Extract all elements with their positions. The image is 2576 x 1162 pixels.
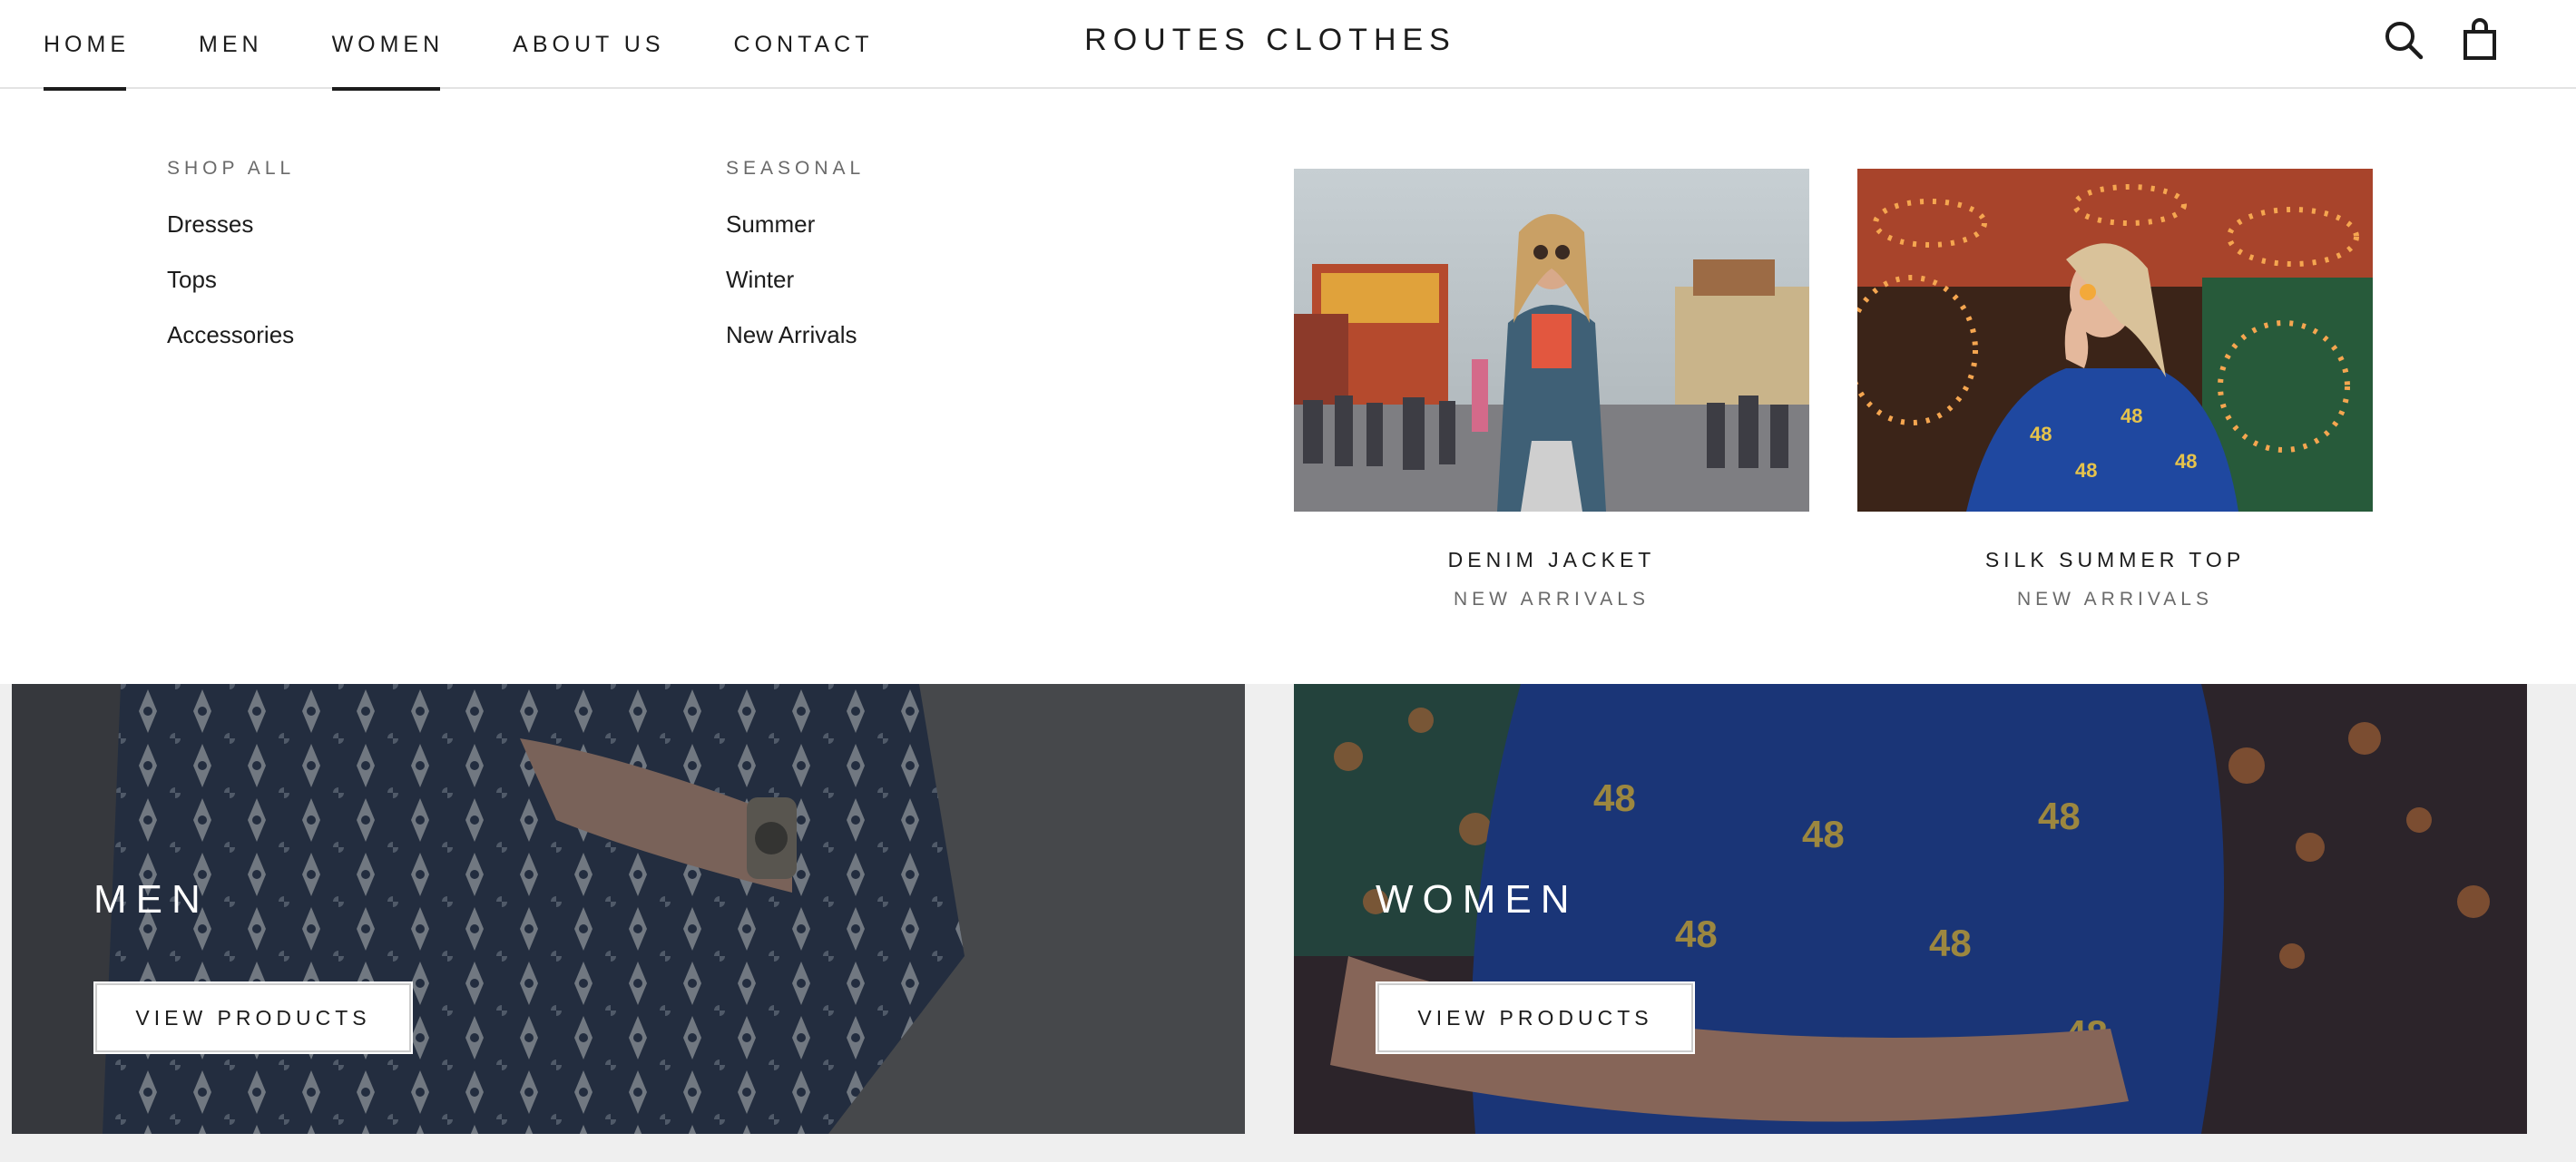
menu-heading-shop-all: SHOP ALL [167, 158, 296, 179]
site-header: HOME MEN WOMEN ABOUT US CONTACT ROUTES C… [0, 0, 2576, 91]
site-logo[interactable]: ROUTES CLOTHES [0, 0, 2541, 80]
menu-link-dresses[interactable]: Dresses [167, 210, 295, 239]
promo-image-silk-summer-top[interactable]: 48 48 48 48 [1857, 169, 2373, 512]
menu-column-seasonal: SEASONAL Summer Winter New Arrivals [726, 158, 865, 376]
svg-text:48: 48 [2030, 423, 2052, 445]
svg-text:48: 48 [2121, 405, 2142, 427]
menu-link-winter[interactable]: Winter [726, 266, 865, 294]
promo-title[interactable]: DENIM JACKET [1294, 548, 1809, 572]
promo-silk-summer-top[interactable]: 48 48 48 48 SILK SUMMER TOP NEW ARRIVALS [1857, 169, 2373, 610]
promo-subtitle: NEW ARRIVALS [1454, 589, 1650, 610]
collection-title-men: MEN [93, 877, 210, 922]
menu-column-shop-all: SHOP ALL Dresses Tops Accessories [167, 158, 295, 376]
menu-link-summer[interactable]: Summer [726, 210, 865, 239]
promo-title[interactable]: SILK SUMMER TOP [1857, 548, 2373, 572]
promo-image-denim-jacket[interactable] [1294, 169, 1809, 512]
shopping-bag-icon[interactable] [2458, 18, 2502, 62]
mega-menu: SHOP ALL Dresses Tops Accessories SEASON… [0, 89, 2576, 684]
promo-subtitle: NEW ARRIVALS [2017, 589, 2213, 610]
menu-heading-seasonal: SEASONAL [726, 158, 866, 179]
menu-link-tops[interactable]: Tops [167, 266, 295, 294]
view-products-button-men[interactable]: VIEW PRODUCTS [93, 981, 413, 1054]
menu-link-new-arrivals[interactable]: New Arrivals [726, 321, 865, 349]
menu-link-accessories[interactable]: Accessories [167, 321, 295, 349]
collection-title-women: WOMEN [1376, 877, 1579, 922]
svg-text:48: 48 [2075, 459, 2097, 482]
collection-card-men[interactable]: MEN VIEW PRODUCTS [12, 684, 1245, 1134]
svg-text:48: 48 [2175, 450, 2197, 473]
collection-card-women[interactable]: 48484848 48484848 WOMEN VIEW PRODUCTS [1294, 684, 2527, 1134]
search-icon[interactable] [2382, 18, 2425, 62]
view-products-button-women[interactable]: VIEW PRODUCTS [1376, 981, 1695, 1054]
promo-denim-jacket[interactable]: DENIM JACKET NEW ARRIVALS [1294, 169, 1809, 610]
